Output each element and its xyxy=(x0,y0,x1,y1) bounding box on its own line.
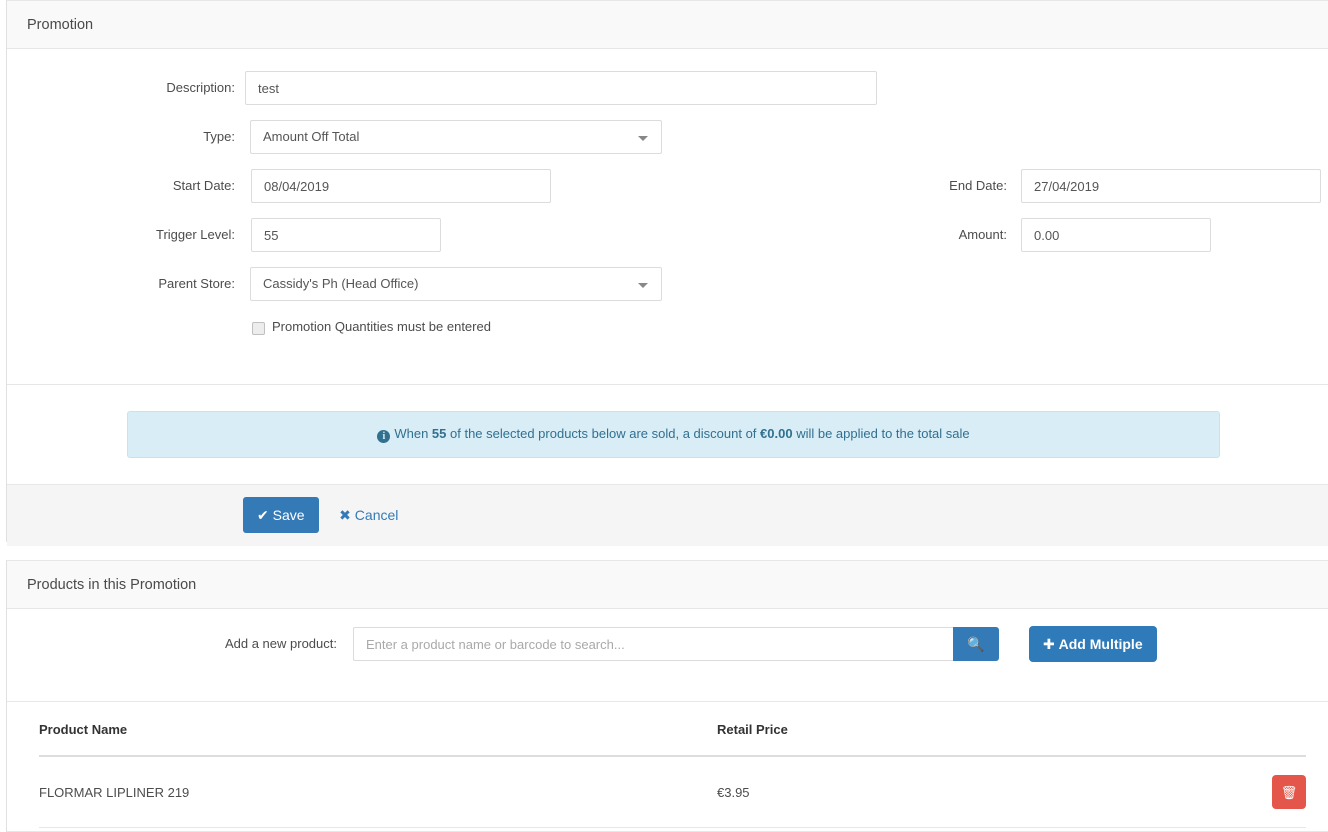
type-select[interactable]: Amount Off Total xyxy=(250,120,662,154)
check-icon: ✔ xyxy=(257,508,269,524)
save-button-label: Save xyxy=(272,507,305,523)
alert-prefix: When xyxy=(394,426,432,441)
alert-trigger-value: 55 xyxy=(431,426,447,441)
cell-product-name: FLORMAR LIPLINER 219 xyxy=(39,756,717,828)
column-header-retail-price: Retail Price xyxy=(717,702,1117,757)
form-row-parent-store: Parent Store: Cassidy's Ph (Head Office) xyxy=(7,267,1328,316)
alert-amount-value: €0.00 xyxy=(760,426,793,441)
page-title: Promotion xyxy=(27,17,94,33)
products-table-wrap: Product Name Retail Price FLORMAR LIPLIN… xyxy=(7,701,1328,828)
start-date-input[interactable] xyxy=(251,169,551,203)
amount-label: Amount: xyxy=(958,227,1007,242)
table-header-row: Product Name Retail Price xyxy=(39,702,1306,757)
info-circle-icon: i xyxy=(377,430,391,443)
promotion-panel-footer: ✔ Save ✖ Cancel xyxy=(7,484,1328,546)
promotion-panel: Promotion Description: Type: Amount Off … xyxy=(6,0,1328,546)
promotion-panel-body: Description: Type: Amount Off Total Star… xyxy=(7,49,1328,484)
start-date-label: Start Date: xyxy=(172,178,235,193)
promotion-form: Description: Type: Amount Off Total Star… xyxy=(7,49,1328,384)
form-row-description: Description: xyxy=(7,71,1328,120)
add-multiple-button[interactable]: ✚ Add Multiple xyxy=(1029,626,1157,662)
promotion-panel-heading: Promotion xyxy=(7,1,1328,49)
add-multiple-label: Add Multiple xyxy=(1058,636,1143,652)
table-row: FLORMAR LIPLINER 219 €3.95 🗑 xyxy=(39,756,1306,828)
close-icon: ✖ xyxy=(339,508,351,524)
alert-suffix: will be applied to the total sale xyxy=(792,426,970,441)
cell-actions: 🗑 xyxy=(1117,756,1306,828)
form-row-type: Type: Amount Off Total xyxy=(7,120,1328,169)
column-header-actions xyxy=(1117,702,1306,757)
product-search-area: Add a new product: 🔍 ✚ Add Multiple xyxy=(7,609,1328,701)
type-label: Type: xyxy=(203,129,235,144)
promotion-edit-page: Promotion Description: Type: Amount Off … xyxy=(0,0,1328,832)
cancel-button[interactable]: ✖ Cancel xyxy=(329,497,408,533)
end-date-input[interactable] xyxy=(1021,169,1321,203)
description-input[interactable] xyxy=(245,71,877,105)
promotion-summary-wrap: i When 55 of the selected products below … xyxy=(7,385,1328,484)
products-table: Product Name Retail Price FLORMAR LIPLIN… xyxy=(39,702,1306,828)
trigger-level-label: Trigger Level: xyxy=(156,227,235,242)
column-header-product-name: Product Name xyxy=(39,702,717,757)
parent-store-select-value: Cassidy's Ph (Head Office) xyxy=(263,276,419,291)
promotion-quantities-label: Promotion Quantities must be entered xyxy=(272,319,491,334)
delete-product-button[interactable]: 🗑 xyxy=(1272,775,1306,809)
form-row-trigger-amount: Trigger Level: Amount: xyxy=(7,218,1328,267)
trigger-level-input[interactable] xyxy=(251,218,441,252)
search-icon: 🔍 xyxy=(967,637,985,653)
plus-icon: ✚ xyxy=(1043,637,1055,653)
description-label: Description: xyxy=(166,80,235,95)
parent-store-select[interactable]: Cassidy's Ph (Head Office) xyxy=(250,267,662,301)
save-button[interactable]: ✔ Save xyxy=(243,497,319,533)
product-search-input[interactable] xyxy=(353,627,953,661)
end-date-label: End Date: xyxy=(949,178,1007,193)
promotion-summary-alert: i When 55 of the selected products below … xyxy=(127,411,1220,458)
cell-retail-price: €3.95 xyxy=(717,756,1117,828)
alert-middle: of the selected products below are sold,… xyxy=(446,426,761,441)
promotion-quantities-checkbox[interactable] xyxy=(252,322,265,335)
form-row-promotion-quantities: Promotion Quantities must be entered xyxy=(7,316,1328,356)
add-product-label: Add a new product: xyxy=(224,636,337,651)
product-search-button[interactable]: 🔍 xyxy=(953,627,999,661)
products-panel: Products in this Promotion Add a new pro… xyxy=(6,560,1328,832)
products-panel-heading: Products in this Promotion xyxy=(7,561,1328,609)
parent-store-label: Parent Store: xyxy=(158,276,235,291)
cancel-button-label: Cancel xyxy=(354,507,399,523)
type-select-value: Amount Off Total xyxy=(263,129,360,144)
trash-icon: 🗑 xyxy=(1280,786,1298,801)
form-row-dates: Start Date: End Date: xyxy=(7,169,1328,218)
products-panel-title: Products in this Promotion xyxy=(27,577,197,593)
products-panel-body: Add a new product: 🔍 ✚ Add Multiple Prod… xyxy=(7,609,1328,828)
amount-input[interactable] xyxy=(1021,218,1211,252)
